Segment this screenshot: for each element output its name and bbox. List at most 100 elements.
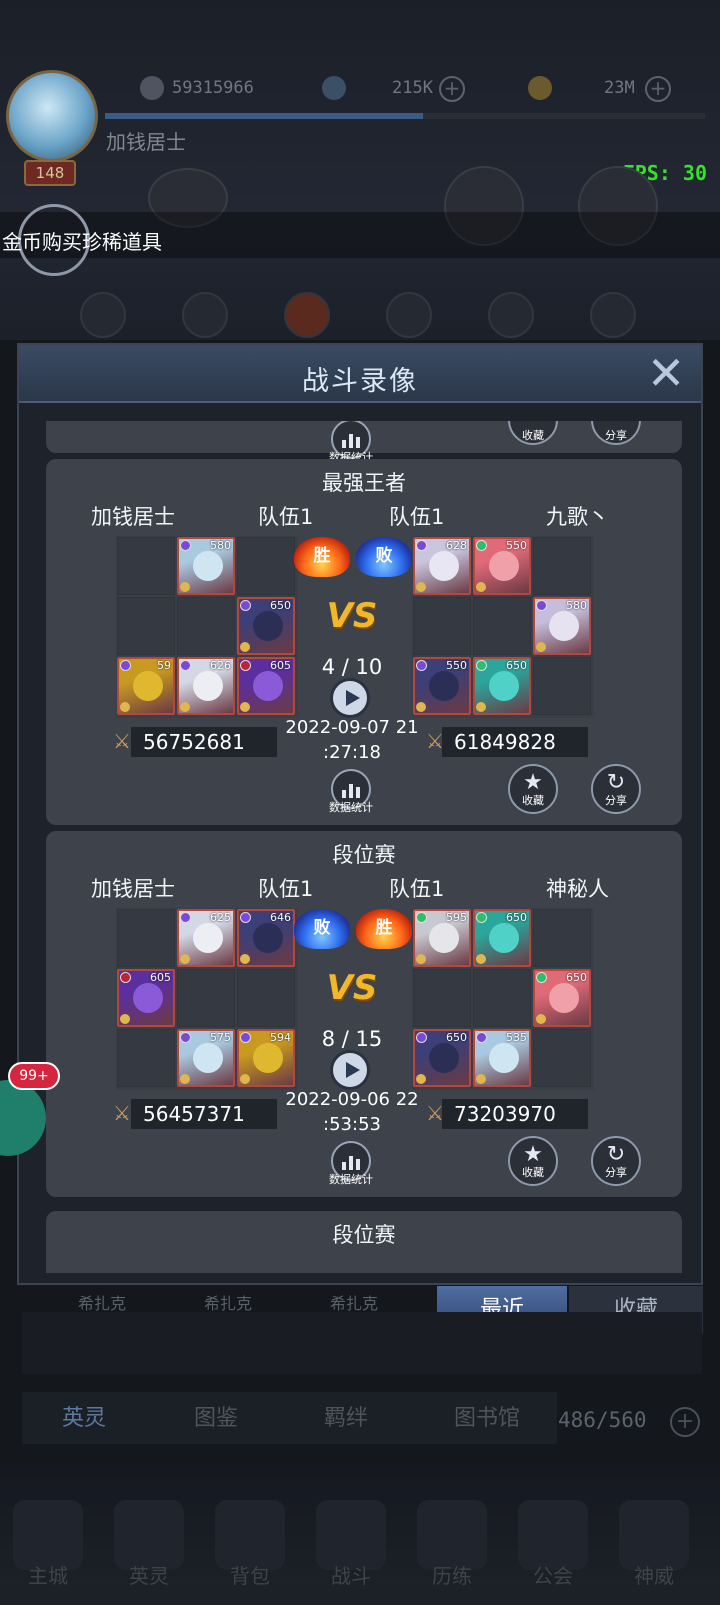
formation-slot	[533, 537, 591, 595]
hero-face	[253, 611, 283, 641]
element-icon	[240, 1032, 251, 1043]
nav-item[interactable]: 主城	[8, 1560, 88, 1589]
close-icon[interactable]: ✕	[643, 350, 689, 397]
hero-portrait[interactable]: 628	[413, 537, 471, 595]
nav-item[interactable]: 英灵	[109, 1560, 189, 1589]
play-replay-button[interactable]	[330, 1050, 370, 1090]
hero-level: 59	[157, 659, 171, 672]
left-team-name: 队伍1	[258, 505, 314, 529]
formation-slot	[117, 1029, 175, 1087]
scrolling-banner: 金币购买珍稀道具	[2, 230, 162, 254]
wind-element-icon[interactable]	[488, 292, 534, 338]
battle-mode: 段位赛	[332, 843, 396, 867]
play-replay-button[interactable]	[330, 678, 370, 718]
star-icon	[536, 1014, 546, 1024]
hero-portrait[interactable]: 535	[473, 1029, 531, 1087]
hero-level: 650	[446, 1031, 467, 1044]
hero-portrait[interactable]: 650	[533, 969, 591, 1027]
hero-portrait[interactable]: 605	[117, 969, 175, 1027]
tab-encyclopedia[interactable]: 图鉴	[194, 1400, 238, 1432]
left-team-name: 队伍1	[258, 877, 314, 901]
battle-replay-dialog: 战斗录像 ✕ 数据统计 收藏 分享 最强王者 加钱居士 队伍1 队伍1 九歌丶	[17, 343, 703, 1285]
tab-heroes[interactable]: 英灵	[62, 1400, 106, 1432]
hero-portrait[interactable]: 625	[177, 909, 235, 967]
add-gems-button[interactable]: +	[439, 76, 465, 102]
favorite-button[interactable]: ★ 收藏	[508, 1136, 558, 1186]
all-elements-icon[interactable]	[80, 292, 126, 338]
xp-bar-fill	[105, 113, 423, 119]
hero-face	[549, 983, 579, 1013]
share-button[interactable]: ↻ 分享	[591, 1136, 641, 1186]
left-player-name: 加钱居士	[91, 877, 175, 901]
formation-slot	[533, 1029, 591, 1087]
star-icon	[180, 1074, 190, 1084]
fire-element-icon[interactable]	[284, 292, 330, 338]
nav-item[interactable]: 公会	[513, 1560, 593, 1589]
element-icon	[476, 912, 487, 923]
star-icon	[416, 702, 426, 712]
share-button[interactable]: ↻ 分享	[591, 764, 641, 814]
hero-portrait[interactable]: 650	[237, 597, 295, 655]
battle-mode: 最强王者	[322, 471, 406, 495]
hero-face	[253, 671, 283, 701]
right-power: 73203970	[442, 1099, 588, 1129]
hero-portrait[interactable]: 650	[473, 909, 531, 967]
stats-button[interactable]: 数据统计	[321, 769, 381, 821]
hero-face	[253, 923, 283, 953]
round-count: 4 / 10	[321, 655, 383, 679]
hero-portrait[interactable]: 646	[237, 909, 295, 967]
share-button[interactable]: 分享	[591, 421, 641, 445]
right-result-badge: 败	[356, 537, 412, 577]
nav-item[interactable]: 战斗	[311, 1560, 391, 1589]
hero-portrait[interactable]: 595	[413, 909, 471, 967]
hero-level: 575	[210, 1031, 231, 1044]
battle-record-list[interactable]: 数据统计 收藏 分享 最强王者 加钱居士 队伍1 队伍1 九歌丶 580 650	[46, 421, 682, 1273]
hero-portrait[interactable]: 575	[177, 1029, 235, 1087]
right-player-name: 九歌丶	[546, 505, 609, 529]
hero-portrait[interactable]: 550	[473, 537, 531, 595]
round-count: 8 / 15	[321, 1027, 383, 1051]
star-icon	[476, 954, 486, 964]
stats-button[interactable]: 数据统计	[321, 1141, 381, 1193]
element-icon	[120, 972, 131, 983]
wood-element-icon[interactable]	[386, 292, 432, 338]
gems-value: 215K	[392, 78, 433, 98]
player-avatar[interactable]	[6, 70, 98, 162]
share-label: 分享	[605, 429, 627, 442]
star-icon	[416, 954, 426, 964]
element-icon	[476, 540, 487, 551]
water-element-icon[interactable]	[182, 292, 228, 338]
favorite-button[interactable]: ★ 收藏	[508, 764, 558, 814]
hero-portrait[interactable]: 59	[117, 657, 175, 715]
nav-item[interactable]: 历练	[412, 1560, 492, 1589]
add-capacity-button[interactable]: +	[670, 1407, 700, 1437]
hero-level: 650	[566, 971, 587, 984]
hero-level: 646	[270, 911, 291, 924]
hero-face	[489, 1043, 519, 1073]
element-icon	[476, 1032, 487, 1043]
battle-clock: :27:18	[323, 742, 381, 763]
hero-portrait[interactable]: 580	[533, 597, 591, 655]
hero-portrait[interactable]: 580	[177, 537, 235, 595]
favorite-button[interactable]: 收藏	[508, 421, 558, 445]
tab-library[interactable]: 图书馆	[454, 1400, 520, 1432]
nav-item[interactable]: 神威	[614, 1560, 694, 1589]
star-icon	[476, 1074, 486, 1084]
hero-level: 580	[210, 539, 231, 552]
add-gold-button[interactable]: +	[645, 76, 671, 102]
element-icon	[180, 912, 191, 923]
favorite-label: 收藏	[522, 429, 544, 442]
hero-name-label: 希扎克	[78, 1294, 127, 1313]
dark-element-icon[interactable]	[590, 292, 636, 338]
hero-portrait[interactable]: 650	[473, 657, 531, 715]
battle-time: 2022-09-06 22 :53:53	[277, 1087, 427, 1137]
tab-bonds[interactable]: 羁绊	[324, 1400, 368, 1432]
share-label: 分享	[605, 1166, 627, 1179]
left-power: 56457371	[131, 1099, 277, 1129]
hero-level: 650	[506, 659, 527, 672]
element-icon	[120, 660, 131, 671]
star-icon	[416, 582, 426, 592]
nav-item[interactable]: 背包	[210, 1560, 290, 1589]
hero-face	[549, 611, 579, 641]
hero-portrait[interactable]: 626	[177, 657, 235, 715]
